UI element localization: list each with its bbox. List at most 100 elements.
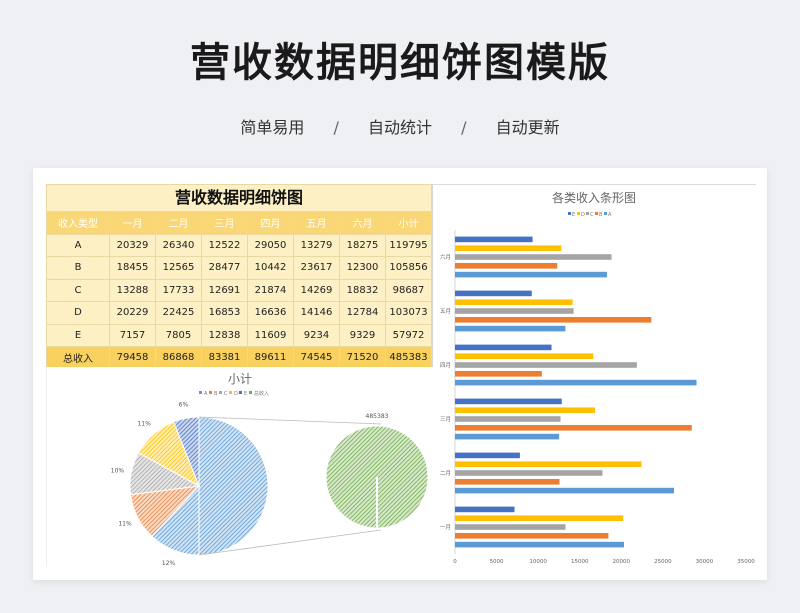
table-cell[interactable]: 20329 bbox=[109, 233, 156, 257]
table-cell[interactable]: 21874 bbox=[247, 278, 294, 302]
column-header[interactable]: 二月 bbox=[155, 211, 202, 235]
pie-slice bbox=[198, 416, 269, 556]
bar bbox=[455, 479, 560, 485]
y-tick-label: 二月 bbox=[440, 470, 451, 477]
column-header[interactable]: 小计 bbox=[385, 211, 432, 235]
table-cell[interactable]: 9329 bbox=[339, 323, 386, 347]
table-cell[interactable]: 28477 bbox=[201, 256, 248, 280]
legend-swatch bbox=[577, 212, 580, 215]
table-cell[interactable]: 14146 bbox=[293, 301, 340, 325]
bar bbox=[455, 308, 574, 314]
bar bbox=[455, 245, 562, 251]
legend-label: C bbox=[590, 212, 594, 218]
legend-swatch bbox=[249, 391, 252, 394]
table-cell[interactable]: 57972 bbox=[385, 323, 432, 347]
table-cell[interactable]: E bbox=[46, 323, 110, 347]
table-cell[interactable]: 16853 bbox=[201, 301, 248, 325]
table-cell[interactable]: 16636 bbox=[247, 301, 294, 325]
bar bbox=[455, 398, 562, 405]
table-cell[interactable]: 89611 bbox=[247, 346, 294, 370]
table-row: E 7157 7805 12838 11609 9234 9329 57972 bbox=[46, 323, 432, 347]
pie-pct-label: 12% bbox=[162, 560, 176, 567]
table-cell[interactable]: 17733 bbox=[155, 278, 202, 302]
table-cell[interactable]: 119795 bbox=[385, 233, 432, 257]
revenue-table: 收入类型 一月 二月 三月 四月 五月 六月 小计 A 20329 26340 bbox=[46, 211, 432, 370]
table-cell[interactable]: 12300 bbox=[339, 256, 386, 280]
table-cell[interactable]: A bbox=[46, 233, 110, 257]
bar bbox=[455, 263, 558, 269]
table-cell[interactable]: 98687 bbox=[385, 278, 432, 302]
column-header[interactable]: 收入类型 bbox=[46, 211, 110, 235]
pie-pct-label: 10% bbox=[111, 467, 125, 474]
table-cell[interactable]: 总收入 bbox=[46, 346, 110, 370]
table-cell[interactable]: 29050 bbox=[247, 233, 294, 257]
table-cell[interactable]: 79458 bbox=[109, 346, 156, 370]
column-header[interactable]: 三月 bbox=[201, 211, 248, 235]
legend-label: B bbox=[214, 391, 218, 397]
y-tick-label: 四月 bbox=[440, 362, 451, 369]
table-cell[interactable]: 83381 bbox=[201, 346, 248, 370]
x-tick-label: 10000 bbox=[529, 559, 547, 565]
bar bbox=[455, 425, 692, 431]
x-tick-label: 25000 bbox=[654, 559, 672, 565]
feature-auto-update: 自动更新 bbox=[495, 118, 560, 137]
table-cell[interactable]: 12784 bbox=[339, 301, 386, 325]
table-cell[interactable]: 86868 bbox=[155, 346, 202, 370]
bar-chart-panel[interactable]: 各类收入条形图 E D C B A 一月 二月 三月 四月 五月 六月 0 5000 10000 15000 2… bbox=[433, 184, 756, 567]
table-cell[interactable]: 71520 bbox=[339, 346, 386, 370]
table-cell[interactable]: 7157 bbox=[109, 323, 156, 347]
table-row: A 20329 26340 12522 29050 13279 18275 11… bbox=[46, 233, 432, 257]
table-cell[interactable]: 12522 bbox=[201, 233, 248, 257]
legend-label: E bbox=[244, 391, 247, 397]
table-cell[interactable]: 18832 bbox=[339, 278, 386, 302]
table-cell[interactable]: 12838 bbox=[201, 323, 248, 347]
x-tick-label: 5000 bbox=[490, 559, 504, 565]
bar bbox=[455, 271, 607, 278]
column-header[interactable]: 四月 bbox=[247, 211, 294, 235]
table-cell[interactable]: 22425 bbox=[155, 301, 202, 325]
pie-chart-panel[interactable]: 小计 A B C D E 总收入 12% 11% 10% 11% 6% 485383 bbox=[46, 367, 433, 567]
table-cell[interactable]: C bbox=[46, 278, 110, 302]
bar bbox=[455, 299, 573, 305]
column-header[interactable]: 五月 bbox=[293, 211, 340, 235]
x-tick-label: 20000 bbox=[613, 559, 631, 565]
legend-label: D bbox=[581, 212, 585, 218]
bar bbox=[455, 407, 596, 413]
spreadsheet-sheet: 营收数据明细饼图 收入类型 一月 二月 三月 四月 五月 六月 小计 A 203… bbox=[46, 184, 756, 567]
table-cell[interactable]: 12565 bbox=[155, 256, 202, 280]
table-cell[interactable]: B bbox=[46, 256, 110, 280]
table-cell[interactable]: D bbox=[46, 301, 110, 325]
total-row: 总收入 79458 86868 83381 89611 74545 71520 … bbox=[46, 346, 432, 370]
table-cell[interactable]: 485383 bbox=[385, 346, 432, 370]
legend-swatch bbox=[229, 391, 232, 394]
table-cell[interactable]: 103073 bbox=[385, 301, 432, 325]
column-header[interactable]: 一月 bbox=[109, 211, 156, 235]
table-cell[interactable]: 12691 bbox=[201, 278, 248, 302]
table-cell[interactable]: 13288 bbox=[109, 278, 156, 302]
table-cell[interactable]: 74545 bbox=[293, 346, 340, 370]
table-cell[interactable]: 7805 bbox=[155, 323, 202, 347]
separator: / bbox=[461, 118, 467, 137]
table-cell[interactable]: 26340 bbox=[155, 233, 202, 257]
table-cell[interactable]: 18275 bbox=[339, 233, 386, 257]
pie-of-pie-chart[interactable]: 小计 A B C D E 总收入 12% 11% 10% 11% 6% 485383 bbox=[47, 367, 433, 567]
bar bbox=[455, 433, 560, 440]
table-cell[interactable]: 18455 bbox=[109, 256, 156, 280]
table-cell[interactable]: 23617 bbox=[293, 256, 340, 280]
pie-pct-label: 11% bbox=[137, 421, 151, 428]
table-cell[interactable]: 105856 bbox=[385, 256, 432, 280]
bar bbox=[455, 461, 642, 467]
table-cell[interactable]: 20229 bbox=[109, 301, 156, 325]
table-cell[interactable]: 11609 bbox=[247, 323, 294, 347]
horizontal-bar-chart[interactable]: 各类收入条形图 E D C B A 一月 二月 三月 四月 五月 六月 0 5000 10000 15000 2… bbox=[433, 184, 756, 567]
y-tick-label: 三月 bbox=[440, 416, 451, 423]
secondary-pie-label: 485383 bbox=[366, 413, 389, 420]
table-cell[interactable]: 10442 bbox=[247, 256, 294, 280]
bar bbox=[455, 317, 652, 323]
column-header[interactable]: 六月 bbox=[339, 211, 386, 235]
table-cell[interactable]: 14269 bbox=[293, 278, 340, 302]
table-cell[interactable]: 13279 bbox=[293, 233, 340, 257]
table-cell[interactable]: 9234 bbox=[293, 323, 340, 347]
bar bbox=[455, 344, 552, 351]
legend-label: D bbox=[234, 391, 238, 397]
